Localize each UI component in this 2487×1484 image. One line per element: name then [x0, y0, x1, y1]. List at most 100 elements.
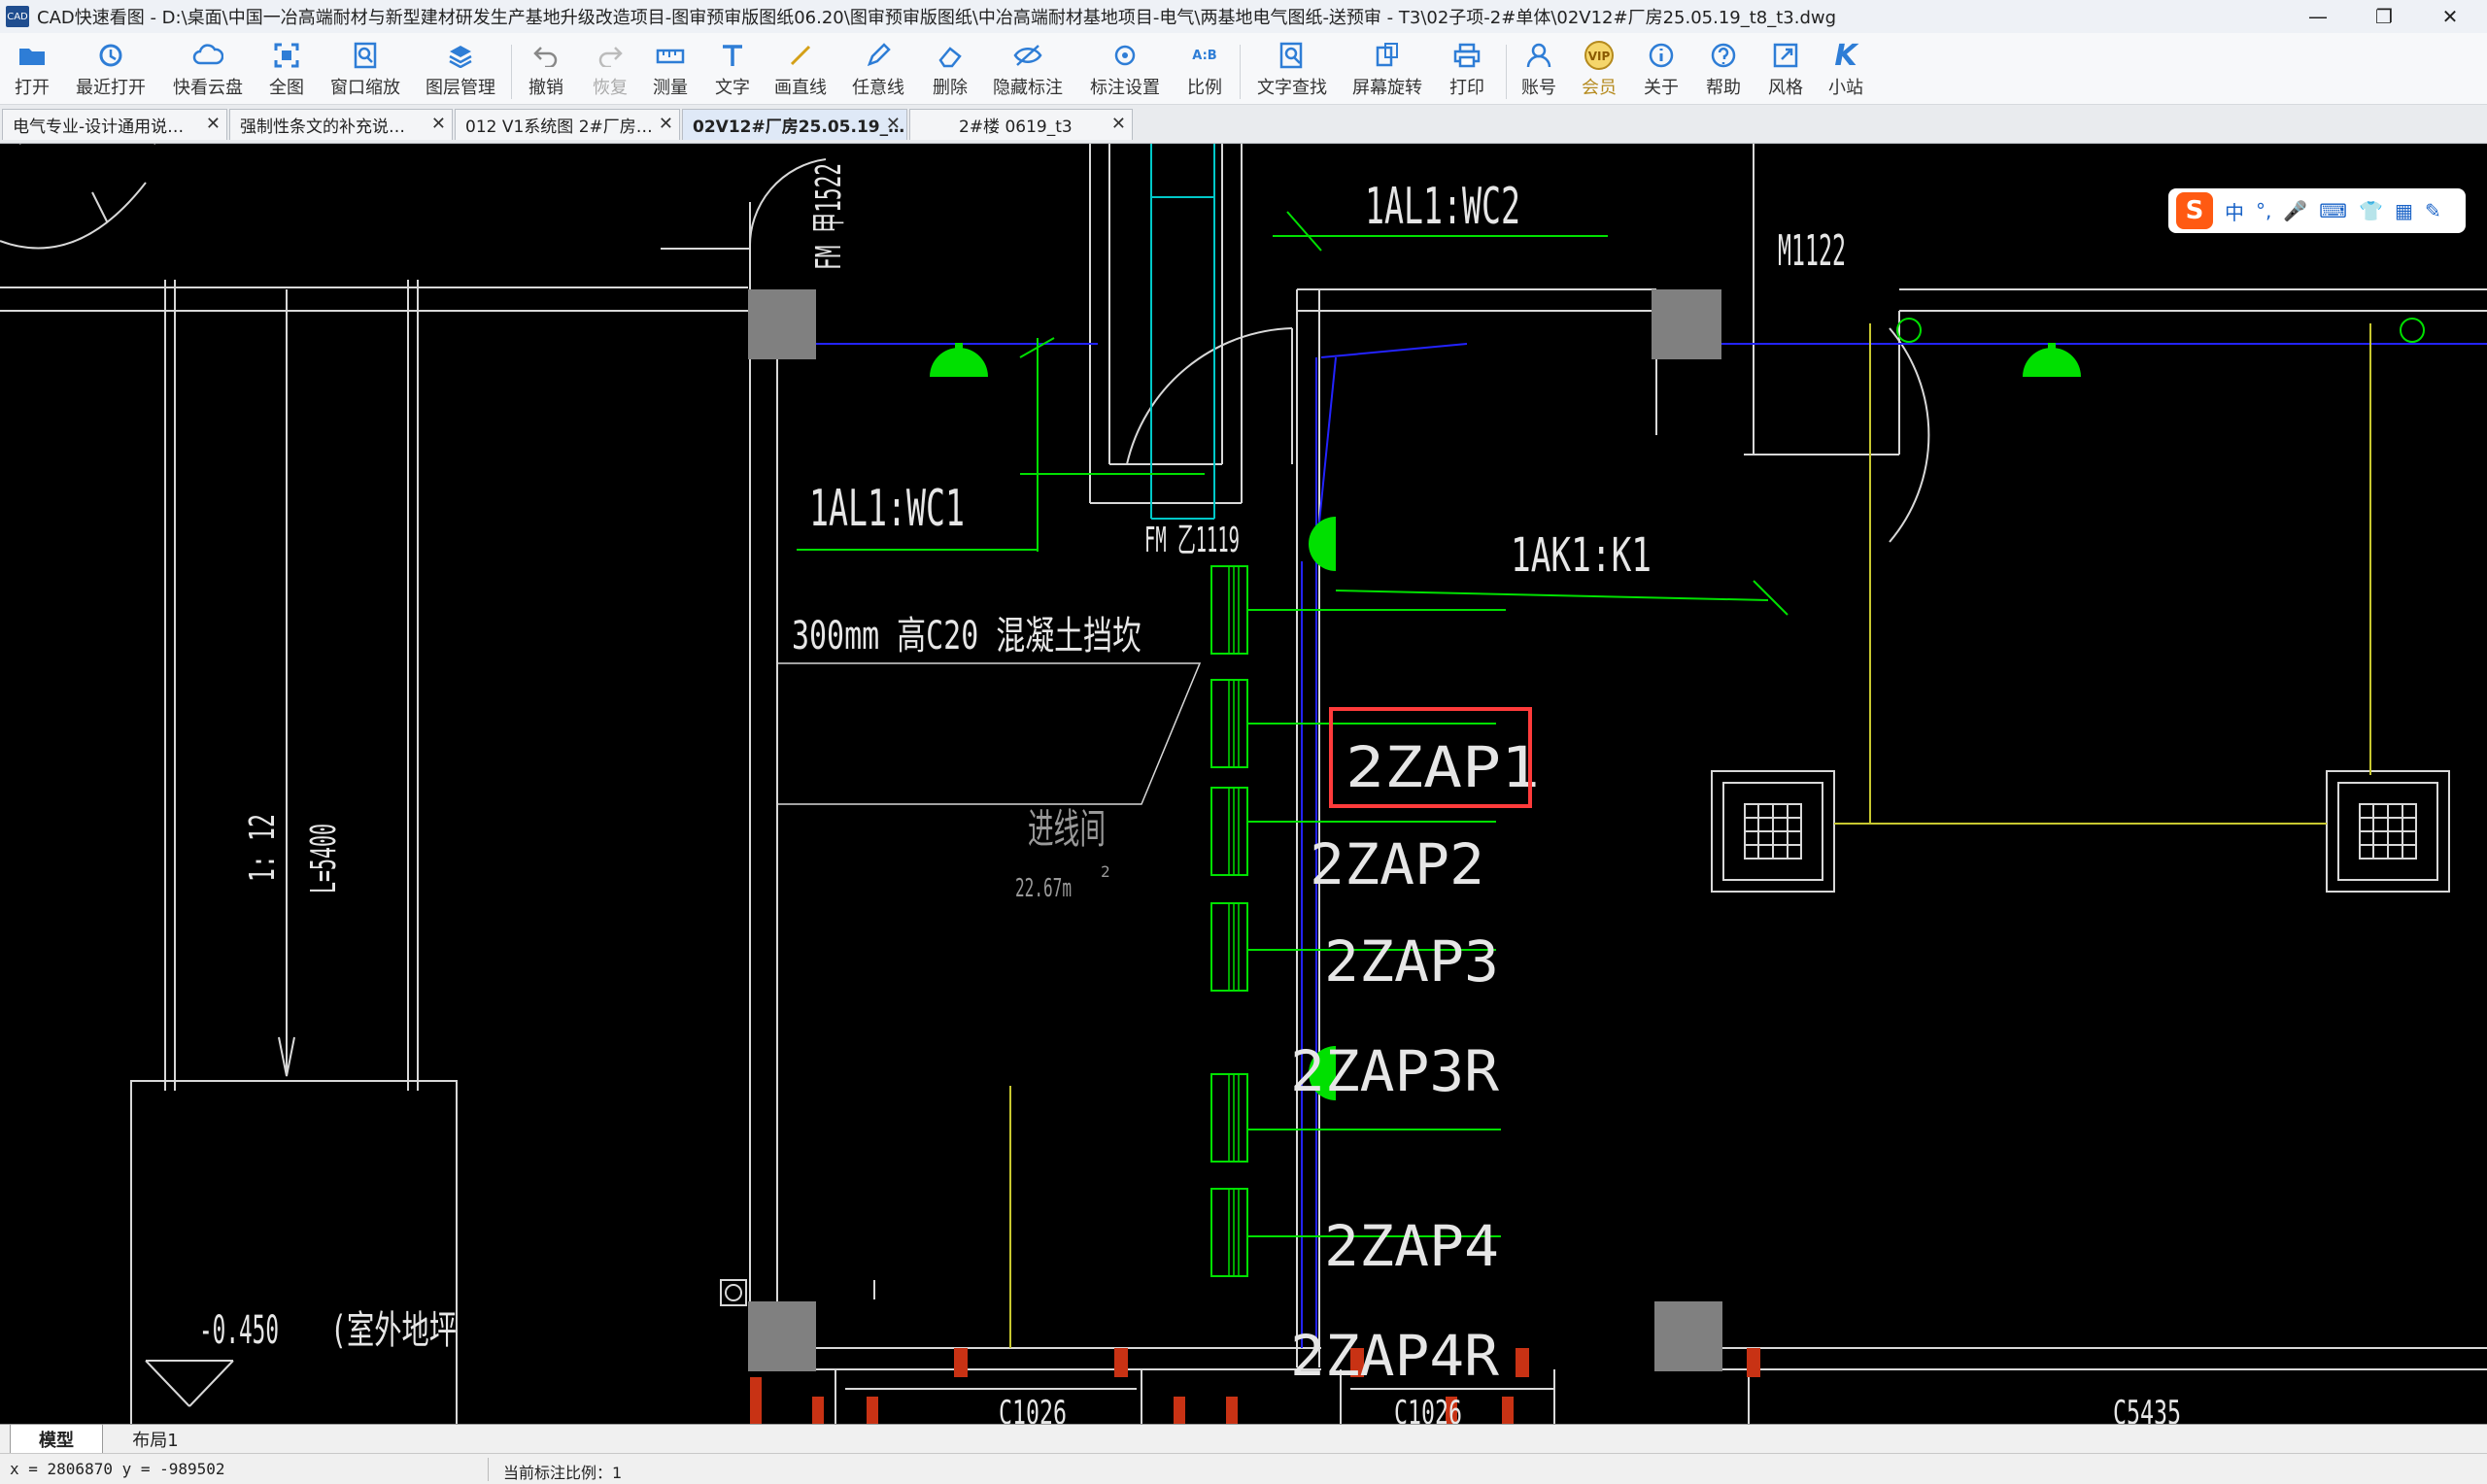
toolbox-icon[interactable]: ▦ [2395, 199, 2413, 222]
station-button[interactable]: K 小站 [1824, 39, 1867, 101]
layout-tabs: 模型 布局1 [0, 1424, 2487, 1454]
style-button[interactable]: 风格 [1764, 39, 1807, 101]
text-search-button[interactable]: 文字查找 [1253, 39, 1331, 101]
panel-label: 2ZAP4R [1290, 1323, 1499, 1389]
settings-pen-icon [1106, 39, 1144, 72]
scale-ratio-icon: A:B [1192, 48, 1217, 63]
tab-layout1[interactable]: 布局1 [107, 1425, 204, 1454]
toolbar-separator [511, 45, 512, 99]
skin-icon[interactable]: 👕 [2359, 199, 2383, 222]
help-icon [1704, 39, 1743, 72]
info-icon [1642, 39, 1681, 72]
user-icon [1519, 39, 1558, 72]
document-tabs: 电气专业-设计通用说… ✕ 强制性条文的补充说… ✕ 012 V1系统图 2#厂房…… [0, 105, 2487, 144]
maximize-button[interactable]: ❐ [2355, 0, 2413, 33]
close-tab-icon[interactable]: ✕ [1111, 114, 1126, 134]
search-doc-icon [1273, 39, 1312, 72]
ime-punct-icon[interactable]: °, [2256, 199, 2271, 222]
svg-text:C1026: C1026 [999, 1394, 1067, 1424]
vip-button[interactable]: VIP 会员 [1578, 39, 1620, 101]
vip-badge-icon: VIP [1580, 39, 1618, 72]
keyboard-icon[interactable]: ⌨ [2319, 199, 2347, 222]
tab-doc-4-active[interactable]: 02V12#厂房25.05.19_… ✕ [682, 109, 907, 140]
svg-text:VIP: VIP [1588, 50, 1611, 63]
history-icon [91, 39, 130, 72]
tab-doc-5[interactable]: 2#楼 0619_t3 ✕ [909, 109, 1133, 140]
fit-screen-icon [267, 39, 306, 72]
about-button[interactable]: 关于 [1640, 39, 1683, 101]
ime-settings-icon[interactable]: ✎ [2425, 199, 2441, 222]
annotation-settings-button[interactable]: 标注设置 [1086, 39, 1164, 101]
help-button[interactable]: 帮助 [1702, 39, 1745, 101]
svg-text:进线间: 进线间 [1028, 805, 1106, 853]
layers-icon [441, 39, 480, 72]
rotate-screen-button[interactable]: 屏幕旋转 [1348, 39, 1426, 101]
svg-text:1AL1:WC1: 1AL1:WC1 [809, 480, 965, 538]
microphone-icon[interactable]: 🎤 [2283, 199, 2307, 222]
window-title: CAD快速看图 - D:\桌面\中国一冶高端耐材与新型建材研发生产基地升级改造项… [37, 8, 1837, 28]
minimize-button[interactable]: — [2289, 0, 2347, 33]
redo-button[interactable]: 恢复 [589, 39, 631, 101]
title-bar: CAD CAD快速看图 - D:\桌面\中国一冶高端耐材与新型建材研发生产基地升… [0, 0, 2487, 33]
undo-icon [527, 39, 565, 72]
fit-all-button[interactable]: 全图 [266, 39, 307, 101]
print-button[interactable]: 打印 [1446, 39, 1488, 101]
sogou-logo-icon[interactable]: S [2176, 192, 2213, 229]
svg-text:300mm 高C20 混凝土挡坎: 300mm 高C20 混凝土挡坎 [792, 614, 1141, 658]
freeline-button[interactable]: 任意线 [849, 39, 907, 101]
drawing-canvas[interactable]: 1AL1:WC2 1AL1:WC1 1AK1:K1 M1122 FM 甲1522… [0, 144, 2487, 1424]
printer-icon [1448, 39, 1486, 72]
k-logo-icon: K [1834, 38, 1857, 73]
svg-text:2: 2 [1101, 862, 1110, 881]
panel-label: 2ZAP2 [1310, 831, 1484, 897]
status-divider [488, 1458, 489, 1481]
svg-text:M1122: M1122 [1778, 226, 1846, 276]
folder-icon [13, 39, 51, 72]
pen-icon [859, 39, 898, 72]
panel-label: 2ZAP3R [1290, 1038, 1499, 1104]
undo-button[interactable]: 撤销 [525, 39, 567, 101]
open-button[interactable]: 打开 [8, 39, 56, 101]
tab-doc-1[interactable]: 电气专业-设计通用说… ✕ [2, 109, 227, 140]
tab-doc-2[interactable]: 强制性条文的补充说… ✕ [229, 109, 453, 140]
account-button[interactable]: 账号 [1517, 39, 1560, 101]
close-tab-icon[interactable]: ✕ [206, 114, 221, 134]
status-bar: x = 2806870 y = -989502 当前标注比例：1 [0, 1453, 2487, 1484]
window-zoom-button[interactable]: 窗口缩放 [328, 39, 402, 101]
eraser-icon [931, 39, 970, 72]
redo-icon [591, 39, 630, 72]
panel-label: 2ZAP1 [1346, 734, 1540, 800]
app-logo-icon: CAD [6, 6, 29, 27]
svg-text:1AK1:K1: 1AK1:K1 [1511, 528, 1652, 583]
draw-line-button[interactable]: 画直线 [771, 39, 830, 101]
annotation-scale-status: 当前标注比例：1 [503, 1464, 623, 1482]
scale-button[interactable]: A:B 比例 [1183, 39, 1226, 101]
layer-manager-button[interactable]: 图层管理 [424, 39, 497, 101]
svg-text:C5435: C5435 [2113, 1394, 2181, 1424]
svg-text:FM 甲1522: FM 甲1522 [809, 163, 849, 270]
recent-button[interactable]: 最近打开 [74, 39, 148, 101]
close-tab-icon[interactable]: ✕ [886, 114, 901, 134]
cloud-button[interactable]: 快看云盘 [171, 39, 245, 101]
svg-text:-0.450: -0.450 [199, 1308, 279, 1353]
close-tab-icon[interactable]: ✕ [659, 114, 673, 134]
cad-drawing: 1AL1:WC2 1AL1:WC1 1AK1:K1 M1122 FM 甲1522… [0, 144, 2487, 1424]
delete-button[interactable]: 删除 [929, 39, 971, 101]
close-tab-icon[interactable]: ✕ [431, 114, 446, 134]
toolbar-separator [1506, 45, 1507, 99]
tab-model[interactable]: 模型 [10, 1425, 103, 1454]
hide-annotation-button[interactable]: 隐藏标注 [989, 39, 1067, 101]
svg-text:FM 乙1119: FM 乙1119 [1144, 521, 1240, 560]
ime-toolbar[interactable]: S 中 °, 🎤 ⌨ 👕 ▦ ✎ [2168, 188, 2466, 233]
cursor-coordinates: x = 2806870 y = -989502 [10, 1460, 225, 1478]
svg-text:L=5400: L=5400 [304, 824, 344, 894]
measure-button[interactable]: 测量 [649, 39, 692, 101]
close-window-button[interactable]: ✕ [2421, 0, 2479, 33]
eye-hidden-icon [1008, 39, 1047, 72]
toolbar-separator [1240, 45, 1241, 99]
text-button[interactable]: 文字 [711, 39, 754, 101]
tab-doc-3[interactable]: 012 V1系统图 2#厂房… ✕ [455, 109, 680, 140]
ime-mode-icon[interactable]: 中 [2225, 197, 2244, 225]
line-icon [781, 39, 820, 72]
panel-label: 2ZAP3 [1324, 928, 1499, 995]
